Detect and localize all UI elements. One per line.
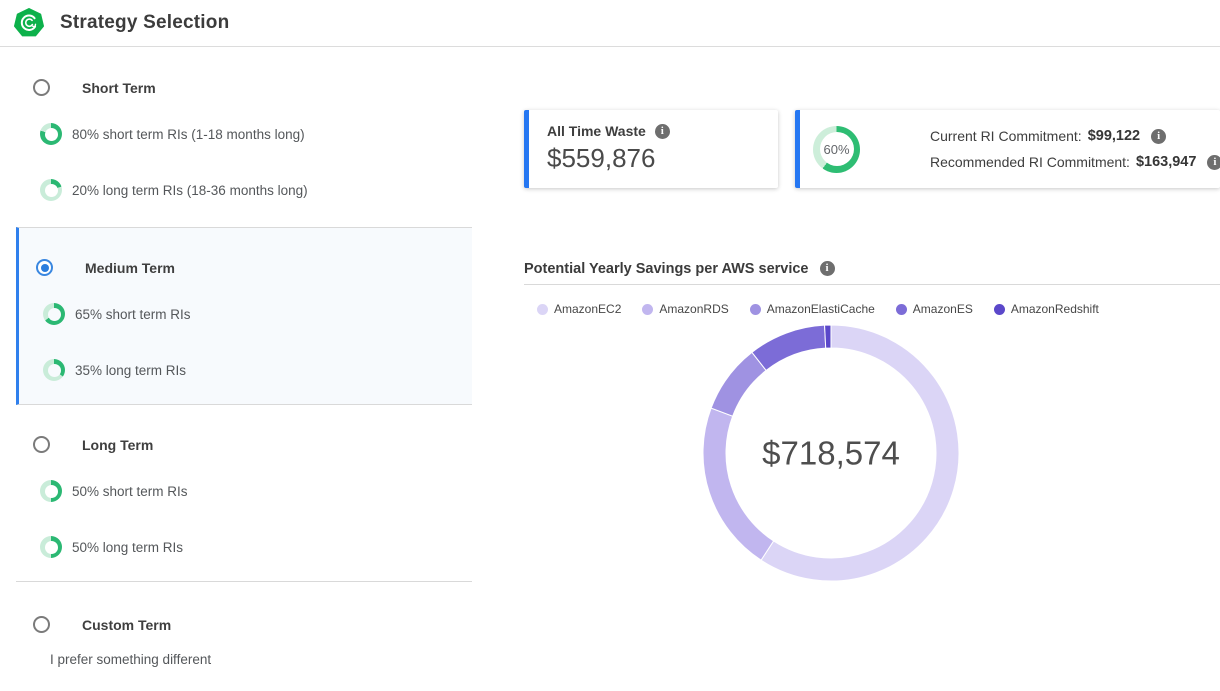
savings-chart-title: Potential Yearly Savings per AWS service [524, 261, 809, 277]
cloudability-logo-icon [14, 8, 44, 38]
waste-card-value: $559,876 [547, 143, 778, 174]
allocation-item: 80% short term RIs (1-18 months long) [40, 123, 305, 145]
strategy-option-long-term[interactable]: Long Term 50% short term RIs 50% long te… [16, 405, 472, 581]
allocation-item: 35% long term RIs [43, 359, 186, 381]
info-icon[interactable]: i [1207, 155, 1220, 170]
allocation-item: 20% long term RIs (18-36 months long) [40, 179, 308, 201]
allocation-label: 35% long term RIs [75, 363, 186, 378]
option-label: Custom Term [82, 617, 171, 633]
allocation-item: 50% short term RIs [40, 480, 188, 502]
strategy-option-custom-term[interactable]: Custom Term I prefer something different [16, 581, 472, 691]
commitment-gauge: 60% [813, 126, 860, 173]
legend-dot-icon [750, 304, 761, 315]
info-icon[interactable]: i [1151, 129, 1166, 144]
option-label: Medium Term [85, 260, 175, 276]
ri-commitment-card: 60% Current RI Commitment: $99,122 i Rec… [795, 110, 1220, 188]
radio-row-short-term[interactable]: Short Term [33, 79, 156, 96]
legend-dot-icon [642, 304, 653, 315]
allocation-label: 65% short term RIs [75, 307, 191, 322]
recommended-ri-label: Recommended RI Commitment: [930, 154, 1130, 170]
radio-icon[interactable] [33, 79, 50, 96]
option-label: Long Term [82, 437, 153, 453]
app-header: Strategy Selection [0, 0, 1220, 47]
radio-icon[interactable] [33, 436, 50, 453]
allocation-item: 65% short term RIs [43, 303, 191, 325]
legend-item-AmazonEC2[interactable]: AmazonEC2 [537, 302, 621, 316]
waste-card-label: All Time Waste [547, 123, 646, 139]
legend-item-AmazonES[interactable]: AmazonES [896, 302, 973, 316]
savings-donut-chart: $718,574 [701, 323, 961, 583]
legend-dot-icon [994, 304, 1005, 315]
legend-item-AmazonRedshift[interactable]: AmazonRedshift [994, 302, 1099, 316]
allocation-label: 20% long term RIs (18-36 months long) [72, 183, 308, 198]
allocation-item: 50% long term RIs [40, 536, 183, 558]
info-icon[interactable]: i [655, 124, 670, 139]
all-time-waste-card: All Time Waste i $559,876 [524, 110, 778, 188]
legend-label: AmazonElastiCache [767, 302, 875, 316]
current-ri-label: Current RI Commitment: [930, 128, 1082, 144]
allocation-label: 80% short term RIs (1-18 months long) [72, 127, 305, 142]
legend-dot-icon [896, 304, 907, 315]
radio-row-medium-term[interactable]: Medium Term [36, 259, 175, 276]
gauge-percent-label: 60% [823, 142, 849, 157]
savings-chart-header: Potential Yearly Savings per AWS service… [524, 253, 1220, 285]
donut-segment-AmazonES[interactable] [752, 325, 826, 370]
mini-donut-icon [40, 123, 62, 145]
current-ri-value: $99,122 [1088, 128, 1140, 144]
legend-dot-icon [537, 304, 548, 315]
radio-icon[interactable] [36, 259, 53, 276]
legend-label: AmazonRDS [659, 302, 728, 316]
legend-label: AmazonEC2 [554, 302, 621, 316]
strategy-option-short-term[interactable]: Short Term 80% short term RIs (1-18 mont… [16, 48, 472, 227]
mini-donut-icon [40, 179, 62, 201]
donut-segment-AmazonRDS[interactable] [703, 408, 774, 560]
donut-segment-AmazonRedshift[interactable] [825, 325, 831, 348]
recommended-ri-commitment-row: Recommended RI Commitment: $163,947 i [930, 154, 1220, 170]
mini-donut-icon [43, 359, 65, 381]
recommended-ri-value: $163,947 [1136, 154, 1196, 170]
allocation-label: 50% short term RIs [72, 484, 188, 499]
legend-item-AmazonRDS[interactable]: AmazonRDS [642, 302, 728, 316]
allocation-label: 50% long term RIs [72, 540, 183, 555]
radio-row-long-term[interactable]: Long Term [33, 436, 153, 453]
donut-segment-AmazonElastiCache[interactable] [711, 352, 766, 416]
donut-center-value: $718,574 [762, 435, 900, 472]
legend-label: AmazonRedshift [1011, 302, 1099, 316]
mini-donut-icon [43, 303, 65, 325]
radio-row-custom-term[interactable]: Custom Term [33, 616, 171, 633]
legend-label: AmazonES [913, 302, 973, 316]
legend-item-AmazonElastiCache[interactable]: AmazonElastiCache [750, 302, 875, 316]
radio-icon[interactable] [33, 616, 50, 633]
strategy-selection-page: Strategy Selection Short Term 80% short … [0, 0, 1220, 691]
custom-term-description: I prefer something different [50, 652, 211, 667]
option-label: Short Term [82, 80, 156, 96]
page-title: Strategy Selection [60, 12, 229, 34]
chart-legend: AmazonEC2 AmazonRDS AmazonElastiCache Amazo… [537, 302, 1099, 316]
strategy-option-medium-term[interactable]: Medium Term 65% short term RIs 35% long … [16, 227, 472, 405]
mini-donut-icon [40, 480, 62, 502]
mini-donut-icon [40, 536, 62, 558]
info-icon[interactable]: i [820, 261, 835, 276]
current-ri-commitment-row: Current RI Commitment: $99,122 i [930, 128, 1220, 144]
